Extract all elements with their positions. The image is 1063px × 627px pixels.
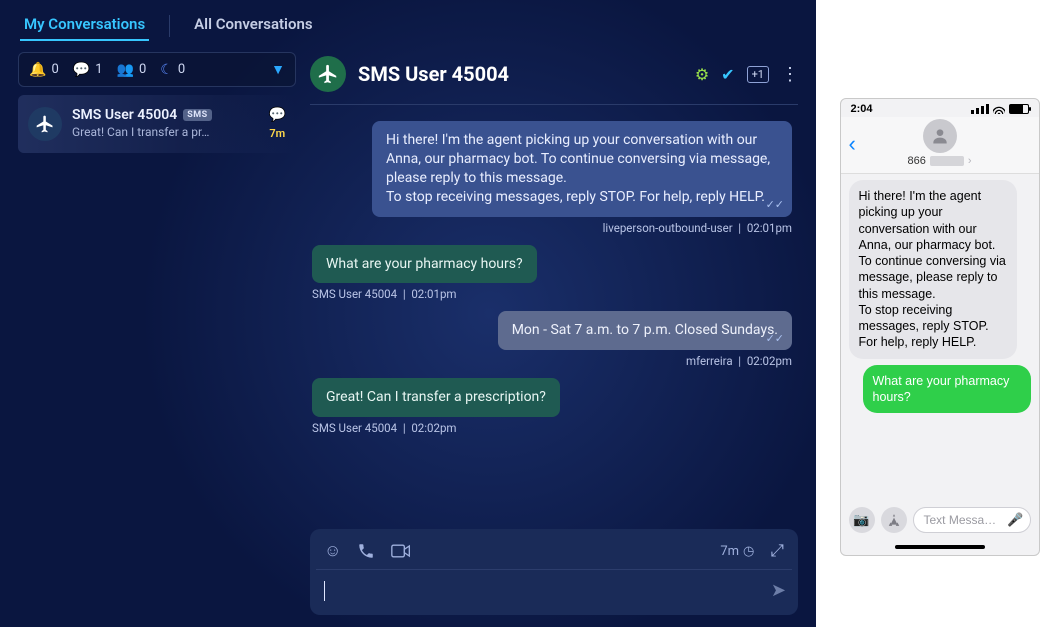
group-icon: 👥 — [117, 62, 134, 78]
tab-all-conversations[interactable]: All Conversations — [190, 9, 316, 43]
contact-avatar — [923, 119, 957, 153]
add-participant-button[interactable]: +1 — [747, 66, 769, 83]
appstore-icon — [887, 513, 901, 527]
camera-icon: 📷 — [853, 512, 869, 528]
message-time: 02:02pm — [397, 421, 456, 435]
phone-status-bar: 2:04 — [841, 99, 1039, 117]
clock-icon: ◷ — [743, 544, 754, 559]
chat-avatar — [310, 56, 346, 92]
apps-button[interactable] — [881, 507, 907, 533]
message-row: Mon - Sat 7 a.m. to 7 p.m. Closed Sunday… — [312, 311, 792, 368]
phone-conversation-header: ‹ 866 › — [841, 117, 1039, 174]
more-menu-button[interactable]: ⋮ — [781, 64, 798, 85]
bell-icon: 🔔 — [29, 62, 46, 78]
message-composer: ☺ 7m ◷ ⤢ — [310, 529, 798, 615]
person-icon — [930, 126, 950, 146]
message-row: Hi there! I'm the agent picking up your … — [312, 121, 792, 235]
conversation-age: 7m — [269, 127, 285, 140]
video-icon — [391, 544, 411, 558]
phone-frame: 2:04 ‹ 866 › Hi there! I'm the agent pic… — [840, 98, 1040, 556]
phone-outgoing-bubble: What are your pharmacy hours? — [863, 365, 1031, 414]
chat-icon: 💬 — [73, 62, 90, 78]
conversation-title: SMS User 45004 — [72, 107, 177, 123]
mic-icon[interactable]: 🎤 — [1007, 512, 1023, 528]
message-sender: liveperson-outbound-user — [603, 221, 733, 235]
home-indicator[interactable] — [895, 545, 985, 549]
workspace: 🔔0 💬1 👥0 ☾0 ▼ SMS User 45004 SMS Great! … — [0, 42, 816, 627]
agent-bubble: Mon - Sat 7 a.m. to 7 p.m. Closed Sunday… — [498, 311, 792, 350]
moon-icon: ☾ — [160, 62, 173, 78]
counter-overdue[interactable]: 🔔0 — [29, 62, 59, 78]
gear-icon[interactable]: ⚙ — [695, 65, 709, 84]
wifi-icon — [993, 105, 1005, 114]
message-sender: SMS User 45004 — [312, 421, 397, 435]
phone-incoming-bubble: Hi there! I'm the agent picking up your … — [849, 180, 1017, 359]
message-time: 02:01pm — [397, 287, 456, 301]
call-button[interactable] — [357, 542, 375, 560]
pending-reply-icon: 💬 — [269, 107, 286, 123]
redacted-number — [930, 156, 964, 166]
send-button[interactable]: ➤ — [771, 580, 786, 601]
text-cursor — [324, 581, 325, 601]
chevron-right-icon: › — [968, 155, 972, 167]
contact-number-prefix: 866 — [907, 155, 925, 167]
agent-bubble: Hi there! I'm the agent picking up your … — [372, 121, 792, 217]
tab-my-conversations[interactable]: My Conversations — [20, 9, 149, 43]
counter-ongoing[interactable]: 💬1 — [73, 62, 103, 78]
read-receipt-icon: ✓✓ — [766, 198, 784, 213]
airplane-icon — [317, 63, 339, 85]
camera-button[interactable]: 📷 — [849, 507, 875, 533]
counter-bar: 🔔0 💬1 👥0 ☾0 ▼ — [18, 52, 296, 87]
conversation-preview: Great! Can I transfer a pr… — [72, 125, 259, 139]
expand-composer-button[interactable]: ⤢ — [770, 541, 784, 561]
message-row: What are your pharmacy hours? SMS User 45… — [312, 245, 792, 302]
filter-icon: ▼ — [271, 62, 285, 78]
resolve-icon[interactable]: ✔ — [721, 65, 734, 84]
message-sender: SMS User 45004 — [312, 287, 397, 301]
chat-title: SMS User 45004 — [358, 62, 683, 86]
top-tabs: My Conversations All Conversations — [0, 0, 816, 42]
counter-idle[interactable]: ☾0 — [160, 62, 185, 78]
conversation-avatar — [28, 107, 62, 141]
agent-console: My Conversations All Conversations 🔔0 💬1… — [0, 0, 816, 627]
composer-response-time: 7m ◷ — [720, 544, 754, 559]
consumer-bubble: Great! Can I transfer a prescription? — [312, 378, 560, 417]
counter-group[interactable]: 👥0 — [117, 62, 147, 78]
message-time: 02:02pm — [733, 354, 792, 368]
message-meta: SMS User 4500402:01pm — [312, 287, 457, 301]
emoji-button[interactable]: ☺ — [324, 541, 341, 561]
read-receipt-icon: ✓✓ — [766, 332, 784, 347]
message-meta: SMS User 4500402:02pm — [312, 421, 457, 435]
video-button[interactable] — [391, 544, 411, 558]
consumer-bubble: What are your pharmacy hours? — [312, 245, 537, 284]
chat-panel: SMS User 45004 ⚙ ✔ +1 ⋮ Hi there! I'm th… — [310, 52, 816, 627]
message-time: 02:01pm — [733, 221, 792, 235]
message-meta: liveperson-outbound-user02:01pm — [603, 221, 792, 235]
phone-text-input[interactable]: Text Messa… 🎤 — [913, 507, 1031, 533]
phone-preview-area: 2:04 ‹ 866 › Hi there! I'm the agent pic… — [816, 0, 1063, 627]
message-row: Great! Can I transfer a prescription? SMS… — [312, 378, 792, 435]
tab-divider — [169, 15, 170, 37]
phone-message-list[interactable]: Hi there! I'm the agent picking up your … — [841, 174, 1039, 501]
phone-icon — [357, 542, 375, 560]
conversation-sidebar: 🔔0 💬1 👥0 ☾0 ▼ SMS User 45004 SMS Great! … — [18, 52, 296, 627]
conversation-channel-badge: SMS — [183, 109, 211, 121]
filter-button[interactable]: ▼ — [271, 61, 285, 78]
contact-name-row[interactable]: 866 › — [907, 155, 971, 167]
chat-header: SMS User 45004 ⚙ ✔ +1 ⋮ — [310, 52, 798, 105]
message-meta: mferreira02:02pm — [686, 354, 792, 368]
message-sender: mferreira — [686, 354, 733, 368]
back-button[interactable]: ‹ — [849, 133, 856, 155]
signal-icon — [971, 104, 989, 114]
conversation-list-item[interactable]: SMS User 45004 SMS Great! Can I transfer… — [18, 95, 296, 153]
battery-icon — [1009, 104, 1029, 114]
message-input[interactable] — [335, 583, 761, 599]
phone-clock: 2:04 — [851, 103, 873, 115]
message-transcript[interactable]: Hi there! I'm the agent picking up your … — [310, 105, 798, 523]
airplane-icon — [35, 114, 55, 134]
phone-composer: 📷 Text Messa… 🎤 — [841, 501, 1039, 545]
